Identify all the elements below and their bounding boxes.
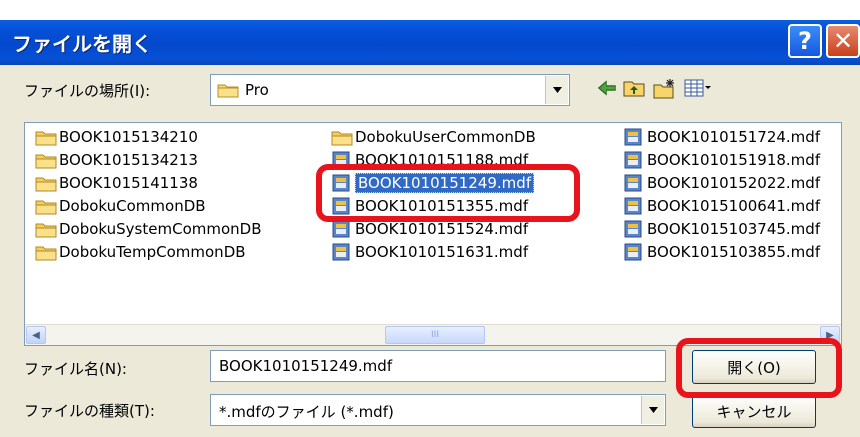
file-name-label: DobokuTempCommonDB bbox=[59, 243, 246, 261]
filetype-label: ファイルの種類(T): bbox=[24, 402, 155, 420]
file-name-label: BOOK1015134210 bbox=[59, 128, 198, 146]
view-menu-icon[interactable] bbox=[684, 78, 712, 102]
file-list[interactable]: BOOK1015134210 BOOK1015134213 BOOK10151411… bbox=[24, 122, 842, 346]
mdf-file-icon bbox=[331, 151, 353, 169]
file-list-item[interactable]: BOOK1010152022.mdf bbox=[623, 173, 820, 193]
file-name-label: BOOK1010152022.mdf bbox=[647, 174, 821, 192]
file-name-label: BOOK1010151355.mdf bbox=[355, 197, 529, 215]
folder-icon bbox=[35, 128, 57, 146]
file-name-label: BOOK1010151188.mdf bbox=[355, 151, 529, 169]
scroll-left-button[interactable]: ◀ bbox=[26, 326, 46, 344]
help-button[interactable]: ? bbox=[788, 24, 822, 58]
mdf-file-icon bbox=[331, 174, 353, 192]
mdf-file-icon bbox=[623, 220, 645, 238]
file-list-item[interactable]: BOOK1015103855.mdf bbox=[623, 242, 820, 262]
file-name-label: BOOK1010151918.mdf bbox=[647, 151, 821, 169]
selected-file-item[interactable]: BOOK1010151249.mdf bbox=[331, 173, 535, 193]
filename-value: BOOK1010151249.mdf bbox=[219, 357, 393, 375]
folder-icon bbox=[35, 220, 57, 238]
filetype-combobox[interactable]: *.mdfのファイル (*.mdf) bbox=[210, 394, 666, 426]
file-name-label: BOOK1010151724.mdf bbox=[647, 128, 821, 146]
location-label: ファイルの場所(I): bbox=[24, 82, 151, 100]
mdf-file-icon bbox=[623, 243, 645, 261]
mdf-file-icon bbox=[623, 197, 645, 215]
close-button[interactable]: ✕ bbox=[826, 24, 860, 58]
mdf-file-icon bbox=[331, 197, 353, 215]
open-file-dialog: ファイルを開く ? ✕ ファイルの場所(I): Pro BOOK10151342… bbox=[0, 20, 860, 437]
file-list-item[interactable]: BOOK1015141138 bbox=[35, 173, 198, 193]
folder-icon bbox=[35, 151, 57, 169]
file-list-item[interactable]: DobokuCommonDB bbox=[35, 196, 206, 216]
file-list-item[interactable]: BOOK1010151188.mdf bbox=[331, 150, 528, 170]
location-value: Pro bbox=[245, 81, 269, 99]
file-name-label: BOOK1015141138 bbox=[59, 174, 198, 192]
file-list-item[interactable]: BOOK1015103745.mdf bbox=[623, 219, 820, 239]
mdf-file-icon bbox=[623, 128, 645, 146]
file-list-item[interactable]: BOOK1010151631.mdf bbox=[331, 242, 528, 262]
file-name-label: DobokuUserCommonDB bbox=[355, 128, 536, 146]
filetype-dropdown-arrow[interactable] bbox=[641, 396, 664, 424]
folder-icon bbox=[35, 174, 57, 192]
window-title: ファイルを開く bbox=[12, 32, 152, 56]
horizontal-scrollbar[interactable]: ◀ III ▶ bbox=[25, 324, 841, 345]
mdf-file-icon bbox=[623, 174, 645, 192]
new-folder-icon[interactable] bbox=[652, 78, 678, 104]
folder-icon bbox=[35, 243, 57, 261]
file-list-item[interactable]: BOOK1015100641.mdf bbox=[623, 196, 820, 216]
file-name-label: BOOK1015100641.mdf bbox=[647, 197, 821, 215]
location-combobox[interactable]: Pro bbox=[210, 74, 570, 106]
filename-label: ファイル名(N): bbox=[24, 360, 127, 378]
folder-icon bbox=[35, 197, 57, 215]
file-list-item[interactable]: DobokuTempCommonDB bbox=[35, 242, 246, 262]
file-list-item[interactable]: BOOK1010151524.mdf bbox=[331, 219, 528, 239]
file-name-label: BOOK1010151631.mdf bbox=[355, 243, 529, 261]
filename-input[interactable]: BOOK1010151249.mdf bbox=[210, 350, 666, 382]
file-list-item[interactable]: BOOK1010151355.mdf bbox=[331, 196, 528, 216]
file-name-label: BOOK1015103745.mdf bbox=[647, 220, 821, 238]
file-name-label: DobokuSystemCommonDB bbox=[59, 220, 262, 238]
file-list-item[interactable]: BOOK1010151724.mdf bbox=[623, 127, 820, 147]
mdf-file-icon bbox=[331, 243, 353, 261]
mdf-file-icon bbox=[623, 151, 645, 169]
title-bar[interactable]: ファイルを開く ? ✕ bbox=[0, 20, 860, 65]
cancel-button[interactable]: キャンセル bbox=[692, 394, 816, 428]
file-name-label: BOOK1010151249.mdf bbox=[355, 173, 535, 193]
file-name-label: BOOK1010151524.mdf bbox=[355, 220, 529, 238]
folder-icon bbox=[217, 82, 239, 102]
scroll-thumb[interactable]: III bbox=[385, 326, 485, 344]
folder-icon bbox=[331, 128, 353, 146]
scroll-right-button[interactable]: ▶ bbox=[820, 326, 840, 344]
file-name-label: BOOK1015103855.mdf bbox=[647, 243, 821, 261]
mdf-file-icon bbox=[331, 220, 353, 238]
open-button[interactable]: 開く(O) bbox=[692, 350, 816, 384]
file-list-item[interactable]: BOOK1015134210 bbox=[35, 127, 198, 147]
file-list-item[interactable]: BOOK1010151918.mdf bbox=[623, 150, 820, 170]
filetype-value: *.mdfのファイル (*.mdf) bbox=[219, 403, 394, 421]
file-name-label: DobokuCommonDB bbox=[59, 197, 206, 215]
file-list-item[interactable]: DobokuSystemCommonDB bbox=[35, 219, 262, 239]
up-folder-icon[interactable] bbox=[622, 78, 646, 102]
file-name-label: BOOK1015134213 bbox=[59, 151, 198, 169]
back-icon[interactable] bbox=[596, 78, 618, 102]
file-list-item[interactable]: DobokuUserCommonDB bbox=[331, 127, 536, 147]
file-list-item[interactable]: BOOK1015134213 bbox=[35, 150, 198, 170]
location-dropdown-arrow[interactable] bbox=[545, 76, 568, 104]
